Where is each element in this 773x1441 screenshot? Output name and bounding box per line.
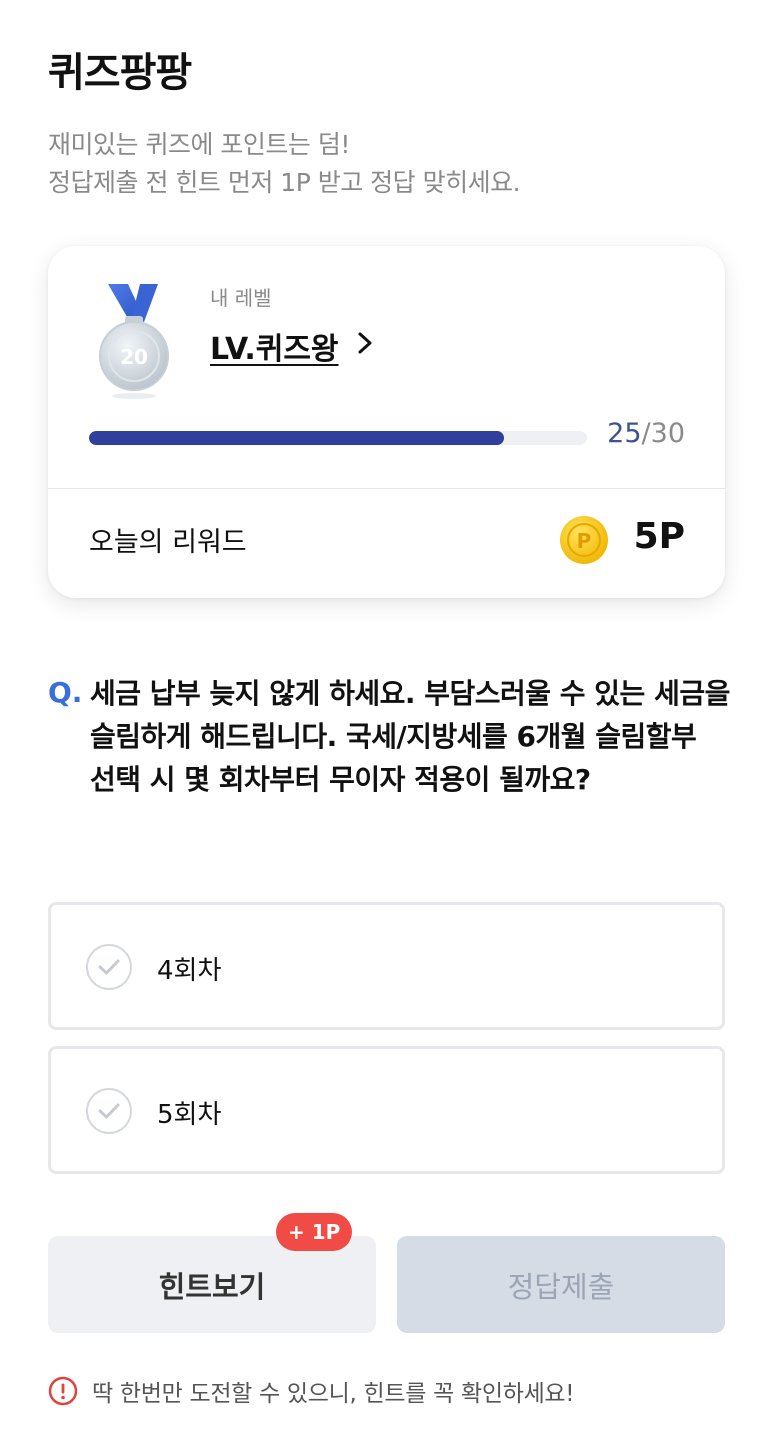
level-caption: 내 레벨 [210, 286, 272, 310]
answer-option-label: 5회차 [157, 1100, 222, 1130]
alert-circle-icon [48, 1376, 78, 1406]
progress-separator: / [641, 418, 651, 449]
medal-icon: 20 [99, 284, 169, 399]
hint-point-badge: + 1P [276, 1213, 353, 1251]
card-divider [48, 488, 725, 489]
progress-total: 30 [650, 418, 685, 449]
notice-text: 딱 한번만 도전할 수 있으니, 힌트를 꼭 확인하세요! [92, 1381, 575, 1407]
notice: 딱 한번만 도전할 수 있으니, 힌트를 꼭 확인하세요! [48, 1374, 575, 1408]
question-text: 세금 납부 늦지 않게 하세요. 부담스러울 수 있는 세금을 슬림하게 해드립… [90, 677, 730, 796]
progress-current: 25 [607, 418, 642, 449]
reward-value: 5P [633, 516, 685, 557]
chevron-right-icon[interactable] [354, 330, 376, 356]
level-progress-text: 25/30 [607, 418, 685, 449]
level-progress-bar [89, 431, 587, 445]
answer-option-2[interactable]: 5회차 [48, 1046, 725, 1174]
page-title: 퀴즈팡팡 [48, 50, 192, 96]
question-prefix: Q. [48, 676, 83, 709]
description-line-1: 재미있는 퀴즈에 포인트는 덤! [48, 130, 350, 159]
coin-letter: P [577, 529, 592, 553]
coin-icon: P [560, 516, 608, 564]
medal-number: 20 [120, 345, 148, 369]
level-card: 20 내 레벨 LV.퀴즈왕 25/30 오늘의 리워드 P 5P [48, 246, 725, 598]
level-progress-fill [89, 431, 504, 445]
check-circle-icon [86, 1088, 132, 1134]
check-circle-icon [86, 944, 132, 990]
page-description: 재미있는 퀴즈에 포인트는 덤! 정답제출 전 힌트 먼저 1P 받고 정답 맞… [48, 126, 521, 202]
level-name-link[interactable]: LV.퀴즈왕 [210, 324, 339, 368]
submit-answer-button[interactable]: 정답제출 [397, 1236, 725, 1333]
reward-label: 오늘의 리워드 [89, 527, 247, 558]
answer-option-label: 4회차 [157, 956, 222, 986]
description-line-2: 정답제출 전 힌트 먼저 1P 받고 정답 맞히세요. [48, 168, 521, 197]
answer-option-1[interactable]: 4회차 [48, 902, 725, 1030]
